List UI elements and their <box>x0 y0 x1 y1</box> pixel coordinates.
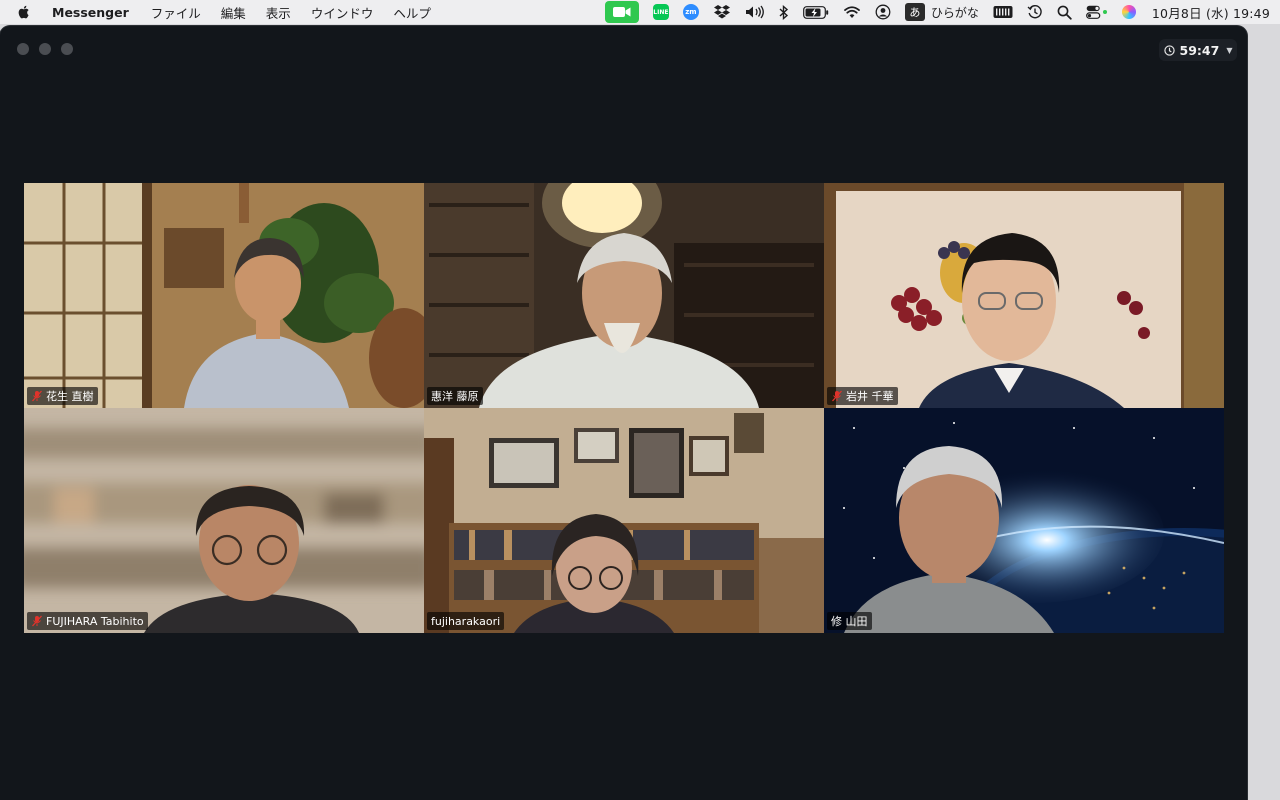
participant-nameplate: 花生 直樹 <box>27 387 98 405</box>
microphone-muted-icon <box>32 615 42 627</box>
menu-bar: Messenger ファイル 編集 表示 ウインドウ ヘルプ LINE zm あ… <box>0 0 1280 24</box>
participant-name: 惠洋 藤原 <box>431 390 479 403</box>
participant-video-feed <box>424 408 824 633</box>
call-timer-button[interactable]: 59:47 ▼ <box>1159 39 1237 61</box>
participant-name: 修 山田 <box>831 615 868 628</box>
spotlight-search-icon[interactable] <box>1057 1 1072 23</box>
microphone-muted-icon <box>32 390 42 402</box>
call-timer: 59:47 <box>1179 42 1220 58</box>
participant-name: 岩井 千華 <box>846 390 894 403</box>
participant-video-tile[interactable]: fujiharakaori <box>424 408 824 633</box>
keyboard-icon[interactable] <box>993 1 1013 23</box>
participant-video-tile[interactable]: FUJIHARA Tabihito <box>24 408 424 633</box>
video-grid: 花生 直樹 惠洋 藤原 岩井 千華 FUJIHARA Tabihito fuji… <box>24 183 1224 633</box>
microphone-muted-icon <box>832 390 842 402</box>
ime-mode-char: あ <box>904 3 925 21</box>
messenger-call-window: 59:47 ▼ 花生 直樹 惠洋 藤原 岩井 千華 FUJIHARA Tabih… <box>0 26 1247 800</box>
participant-name: fujiharakaori <box>431 614 501 628</box>
participant-video-tile[interactable]: 惠洋 藤原 <box>424 183 824 408</box>
ime-icon[interactable]: あ ひらがな <box>904 1 979 23</box>
participant-nameplate: fujiharakaori <box>427 612 505 630</box>
wifi-icon[interactable] <box>843 1 861 23</box>
time-machine-icon[interactable] <box>1027 1 1043 23</box>
participant-video-tile[interactable]: 花生 直樹 <box>24 183 424 408</box>
apple-menu-icon[interactable] <box>16 4 32 20</box>
menu-window[interactable]: ウインドウ <box>311 3 374 22</box>
bluetooth-icon[interactable] <box>779 1 789 23</box>
chevron-down-icon: ▼ <box>1226 45 1233 55</box>
participant-video-feed <box>424 183 824 408</box>
clock-icon <box>1163 44 1175 56</box>
zoom-app-label: zm <box>685 8 697 16</box>
volume-icon[interactable] <box>745 1 765 23</box>
menu-help[interactable]: ヘルプ <box>393 3 431 22</box>
menu-file[interactable]: ファイル <box>151 3 201 22</box>
window-controls <box>17 43 73 55</box>
participant-name: FUJIHARA Tabihito <box>46 614 144 628</box>
siri-orb <box>1121 5 1136 19</box>
close-window-button[interactable] <box>17 43 29 55</box>
zoom-window-button[interactable] <box>61 43 73 55</box>
participant-video-feed <box>24 183 424 408</box>
menu-edit[interactable]: 編集 <box>221 3 246 22</box>
participant-nameplate: FUJIHARA Tabihito <box>27 612 148 630</box>
line-app-icon[interactable]: LINE <box>652 4 669 20</box>
participant-video-feed <box>24 408 424 633</box>
participant-nameplate: 惠洋 藤原 <box>427 387 483 405</box>
participant-nameplate: 岩井 千華 <box>827 387 898 405</box>
participant-video-feed <box>824 183 1224 408</box>
app-name-menu[interactable]: Messenger <box>52 5 129 20</box>
ime-mode-label: ひらがな <box>930 5 979 20</box>
participant-video-feed <box>824 408 1224 633</box>
menubar-clock[interactable]: 10月8日 (水) 19:49 <box>1152 3 1270 22</box>
menu-view[interactable]: 表示 <box>266 3 291 22</box>
participant-video-tile-active-speaker[interactable]: 修 山田 <box>824 408 1224 633</box>
participant-nameplate: 修 山田 <box>827 612 872 630</box>
battery-icon[interactable] <box>802 1 829 23</box>
user-account-icon[interactable] <box>875 1 891 23</box>
minimize-window-button[interactable] <box>39 43 51 55</box>
line-app-label: LINE <box>653 8 669 16</box>
participant-name: 花生 直樹 <box>46 390 94 403</box>
dropbox-icon[interactable] <box>713 1 731 23</box>
participant-video-tile[interactable]: 岩井 千華 <box>824 183 1224 408</box>
siri-icon[interactable] <box>1121 1 1136 23</box>
zoom-app-icon[interactable]: zm <box>682 4 699 20</box>
control-center-icon[interactable] <box>1086 1 1108 23</box>
facetime-camera-icon[interactable] <box>604 1 639 23</box>
